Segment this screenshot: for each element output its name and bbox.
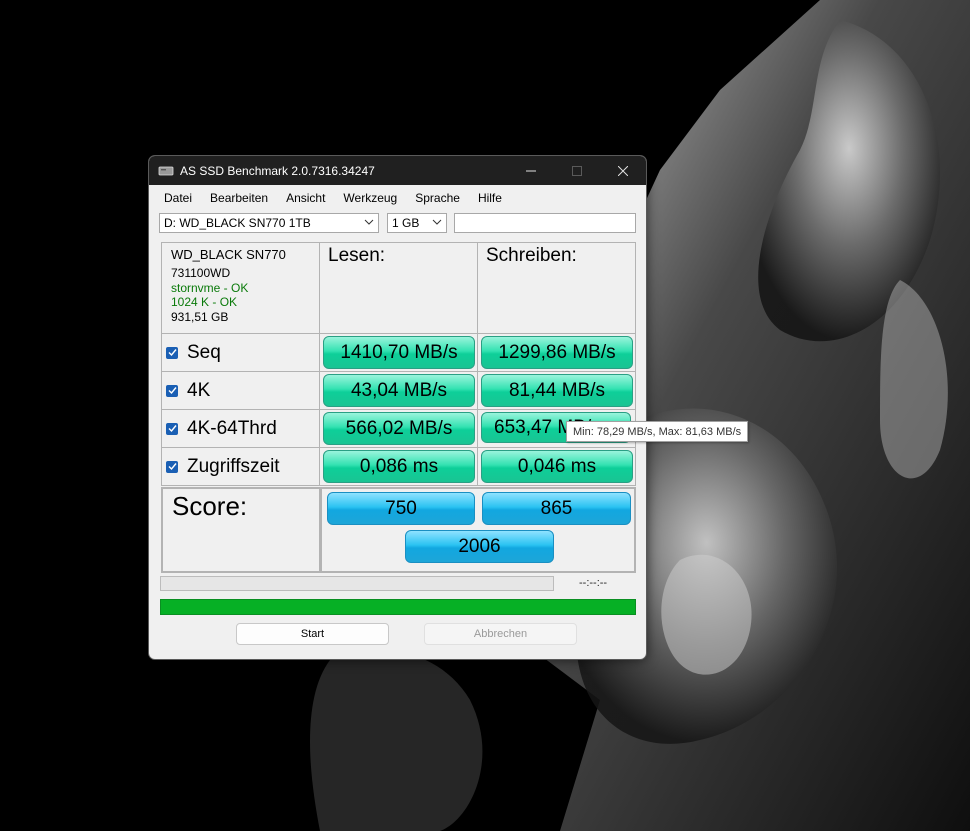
drive-info-panel: WD_BLACK SN770 731100WD stornvme - OK 10… — [161, 242, 320, 334]
chevron-down-icon — [364, 219, 374, 225]
drive-model: WD_BLACK SN770 — [171, 247, 286, 262]
menu-sprache[interactable]: Sprache — [406, 191, 469, 205]
score-label: Score: — [161, 487, 321, 573]
benchmark-window: AS SSD Benchmark 2.0.7316.34247 Datei Be… — [148, 155, 647, 660]
menu-bar: Datei Bearbeiten Ansicht Werkzeug Sprach… — [149, 185, 646, 210]
menu-ansicht[interactable]: Ansicht — [277, 191, 334, 205]
alignment-status: 1024 K - OK — [171, 295, 238, 309]
read-column-header: Lesen: — [319, 242, 478, 334]
4k-write-result: 81,44 MB/s — [481, 374, 633, 407]
drive-select-value: D: WD_BLACK SN770 1TB — [164, 216, 311, 230]
seq-read-result: 1410,70 MB/s — [323, 336, 475, 369]
check-icon — [168, 349, 177, 357]
test-row-seq: Seq — [161, 333, 320, 372]
4k-label: 4K — [187, 379, 211, 401]
test-row-access-time: Zugriffszeit — [161, 447, 320, 486]
menu-hilfe[interactable]: Hilfe — [469, 191, 511, 205]
access-time-write-result: 0,046 ms — [481, 450, 633, 483]
maximize-icon — [572, 165, 582, 176]
drive-firmware: 731100WD — [171, 266, 231, 280]
chevron-down-icon — [432, 219, 442, 225]
minimize-button[interactable] — [508, 156, 554, 185]
maximize-button[interactable] — [554, 156, 600, 185]
seq-label: Seq — [187, 341, 221, 363]
4k-64thrd-label: 4K-64Thrd — [187, 417, 277, 439]
test-row-4k-64thrd: 4K-64Thrd — [161, 409, 320, 448]
title-bar[interactable]: AS SSD Benchmark 2.0.7316.34247 — [149, 156, 646, 185]
check-icon — [168, 387, 177, 395]
elapsed-time: --:--:-- — [579, 577, 608, 589]
close-button[interactable] — [600, 156, 646, 185]
minimize-icon — [526, 170, 536, 171]
start-button[interactable]: Start — [236, 623, 389, 645]
menu-datei[interactable]: Datei — [155, 191, 201, 205]
overall-progress — [160, 599, 636, 615]
current-test-progress — [160, 576, 554, 591]
cancel-button[interactable]: Abbrechen — [424, 623, 577, 645]
total-score: 2006 — [405, 530, 554, 563]
check-icon — [168, 425, 177, 433]
test-size-select[interactable]: 1 GB — [387, 213, 447, 233]
result-tooltip: Min: 78,29 MB/s, Max: 81,63 MB/s — [566, 421, 749, 442]
drive-app-icon — [158, 166, 174, 175]
driver-status: stornvme - OK — [171, 281, 249, 295]
check-icon — [168, 463, 177, 471]
4k-64thrd-read-result: 566,02 MB/s — [323, 412, 475, 445]
seq-write-result: 1299,86 MB/s — [481, 336, 633, 369]
read-score: 750 — [327, 492, 475, 525]
seq-checkbox[interactable] — [166, 346, 178, 359]
write-column-header: Schreiben: — [477, 242, 636, 334]
write-score: 865 — [482, 492, 631, 525]
menu-werkzeug[interactable]: Werkzeug — [334, 191, 406, 205]
status-text-field[interactable] — [454, 213, 636, 233]
access-time-read-result: 0,086 ms — [323, 450, 475, 483]
4k-64thrd-checkbox[interactable] — [166, 422, 178, 435]
drive-select[interactable]: D: WD_BLACK SN770 1TB — [159, 213, 379, 233]
close-icon — [618, 165, 628, 176]
access-time-checkbox[interactable] — [166, 460, 178, 473]
4k-checkbox[interactable] — [166, 384, 178, 397]
results-grid: WD_BLACK SN770 731100WD stornvme - OK 10… — [161, 242, 636, 573]
window-title: AS SSD Benchmark 2.0.7316.34247 — [180, 163, 375, 178]
menu-bearbeiten[interactable]: Bearbeiten — [201, 191, 277, 205]
4k-read-result: 43,04 MB/s — [323, 374, 475, 407]
test-row-4k: 4K — [161, 371, 320, 410]
toolbar: D: WD_BLACK SN770 1TB 1 GB — [159, 213, 636, 235]
test-size-value: 1 GB — [392, 216, 420, 230]
drive-capacity: 931,51 GB — [171, 310, 229, 324]
access-time-label: Zugriffszeit — [187, 455, 280, 477]
